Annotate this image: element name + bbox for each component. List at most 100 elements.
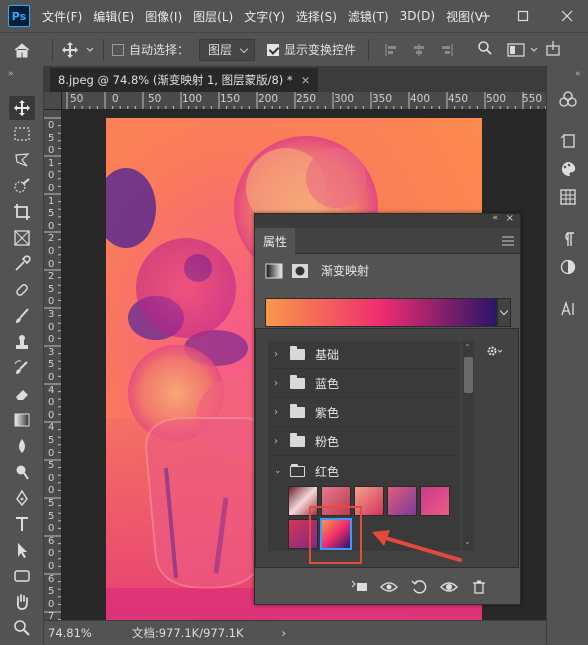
history-icon[interactable]: [557, 130, 579, 152]
options-bar: 自动选择： 图层 显示变换控件: [0, 32, 588, 66]
gradient-tool-icon[interactable]: [9, 408, 35, 432]
quick-select-tool-icon[interactable]: [9, 174, 35, 198]
crop-tool-icon[interactable]: [9, 200, 35, 224]
gear-icon[interactable]: [486, 345, 503, 360]
ruler-label: 0: [48, 334, 55, 346]
adjustment-title: 渐变映射: [321, 264, 370, 278]
pen-tool-icon[interactable]: [9, 486, 35, 510]
ruler-label: 5: [48, 510, 55, 522]
preset-group-pink[interactable]: › 粉色: [268, 428, 460, 456]
align-right-icon[interactable]: [440, 43, 454, 57]
gradient-swatch[interactable]: [387, 486, 417, 516]
zoom-tool-icon[interactable]: [9, 616, 35, 640]
clip-to-layer-icon[interactable]: [348, 576, 370, 598]
auto-select-checkbox[interactable]: [112, 43, 124, 56]
search-icon[interactable]: [477, 40, 493, 59]
zoom-level[interactable]: 74.81%: [48, 626, 92, 640]
menu-edit[interactable]: 编辑(E): [93, 8, 134, 25]
scrollbar-thumb[interactable]: [464, 357, 473, 393]
collapse-icon[interactable]: «: [575, 69, 581, 79]
ruler-origin[interactable]: [44, 92, 62, 110]
document-tab[interactable]: 8.jpeg @ 74.8% (渐变映射 1, 图层蒙版/8) * ×: [50, 68, 319, 92]
gradient-dropdown-button[interactable]: [497, 298, 511, 327]
view-previous-state-icon[interactable]: [378, 576, 400, 598]
preset-group-blue[interactable]: › 蓝色: [268, 370, 460, 398]
collapse-icon[interactable]: «: [492, 213, 498, 223]
adjustments-icon[interactable]: [557, 256, 579, 278]
panel-titlebar[interactable]: « ×: [255, 213, 520, 228]
libraries-icon[interactable]: [557, 88, 579, 110]
shape-tool-icon[interactable]: [9, 564, 35, 588]
folder-icon: [290, 375, 305, 389]
vertical-ruler[interactable]: 0501001502002503003504004505005506006507: [44, 110, 62, 620]
share-icon[interactable]: [545, 40, 561, 59]
ruler-label: 5: [48, 132, 55, 144]
move-icon: [62, 41, 78, 58]
hand-tool-icon[interactable]: [9, 590, 35, 614]
color-palette-icon[interactable]: [557, 158, 579, 180]
close-icon[interactable]: ×: [506, 213, 514, 224]
menu-type[interactable]: 文字(Y): [244, 8, 285, 25]
menu-image[interactable]: 图像(I): [145, 8, 182, 25]
type-tool-icon[interactable]: [9, 512, 35, 536]
history-brush-tool-icon[interactable]: [9, 356, 35, 380]
document-tabbar: 8.jpeg @ 74.8% (渐变映射 1, 图层蒙版/8) * ×: [44, 66, 546, 92]
close-icon[interactable]: [552, 0, 582, 32]
preset-group-basic[interactable]: › 基础: [268, 341, 460, 369]
menu-select[interactable]: 选择(S): [296, 8, 337, 25]
preset-group-red[interactable]: ⌄ 红色: [268, 457, 460, 485]
marquee-tool-icon[interactable]: [9, 122, 35, 146]
stamp-tool-icon[interactable]: [9, 330, 35, 354]
character-icon[interactable]: [557, 298, 579, 320]
chevron-down-icon[interactable]: ⌄: [464, 537, 471, 546]
move-tool-icon[interactable]: [9, 96, 35, 120]
frame-tool-icon[interactable]: [9, 226, 35, 250]
gradient-map-icon: [265, 263, 283, 278]
reset-icon[interactable]: [408, 576, 430, 598]
paragraph-icon[interactable]: [557, 228, 579, 250]
menu-filter[interactable]: 滤镜(T): [348, 8, 389, 25]
align-center-icon[interactable]: [412, 43, 426, 57]
move-tool-preset[interactable]: [61, 41, 95, 59]
horizontal-ruler[interactable]: 50 0 50 100 150 200 250 300 350 400 450 …: [62, 92, 546, 110]
auto-select-dropdown[interactable]: 图层: [199, 38, 256, 61]
tab-properties[interactable]: 属性: [255, 228, 296, 254]
lasso-tool-icon[interactable]: [9, 148, 35, 172]
toggle-visibility-icon[interactable]: [438, 576, 460, 598]
document-tab-title: 8.jpeg @ 74.8% (渐变映射 1, 图层蒙版/8) *: [58, 73, 293, 87]
blur-tool-icon[interactable]: [9, 434, 35, 458]
brush-tool-icon[interactable]: [9, 304, 35, 328]
restore-icon[interactable]: [508, 0, 538, 32]
eraser-tool-icon[interactable]: [9, 382, 35, 406]
align-left-icon[interactable]: [384, 43, 398, 57]
collapse-icon[interactable]: »: [8, 69, 14, 79]
delete-icon[interactable]: [468, 576, 490, 598]
preset-group-purple[interactable]: › 紫色: [268, 399, 460, 427]
ruler-label: 50: [148, 93, 162, 105]
dodge-tool-icon[interactable]: [9, 460, 35, 484]
layer-mask-icon[interactable]: [291, 263, 309, 279]
menu-3d[interactable]: 3D(D): [400, 9, 435, 23]
status-expand-button[interactable]: ›: [282, 626, 287, 640]
panel-menu-icon[interactable]: [502, 235, 514, 249]
ruler-label: 6: [48, 535, 55, 547]
swatches-grid-icon[interactable]: [557, 186, 579, 208]
close-icon[interactable]: ×: [301, 73, 311, 87]
preset-scrollbar[interactable]: ⌃ ⌄: [462, 341, 474, 551]
workspace-switcher[interactable]: [507, 42, 539, 57]
divider: [52, 38, 53, 61]
menu-file[interactable]: 文件(F): [42, 8, 82, 25]
eyedropper-tool-icon[interactable]: [9, 252, 35, 276]
menu-layer[interactable]: 图层(L): [193, 8, 233, 25]
gradient-preview-bar[interactable]: [265, 298, 497, 327]
path-select-tool-icon[interactable]: [9, 538, 35, 562]
folder-open-icon: [290, 463, 305, 477]
ruler-label: 2: [48, 271, 55, 283]
healing-tool-icon[interactable]: [9, 278, 35, 302]
show-transform-checkbox[interactable]: [267, 43, 280, 56]
home-icon[interactable]: [0, 42, 44, 58]
gradient-swatch[interactable]: [420, 486, 450, 516]
document-info: 文档:977.1K/977.1K: [131, 626, 244, 640]
minimize-icon[interactable]: [470, 0, 500, 32]
chevron-up-icon[interactable]: ⌃: [464, 343, 471, 352]
